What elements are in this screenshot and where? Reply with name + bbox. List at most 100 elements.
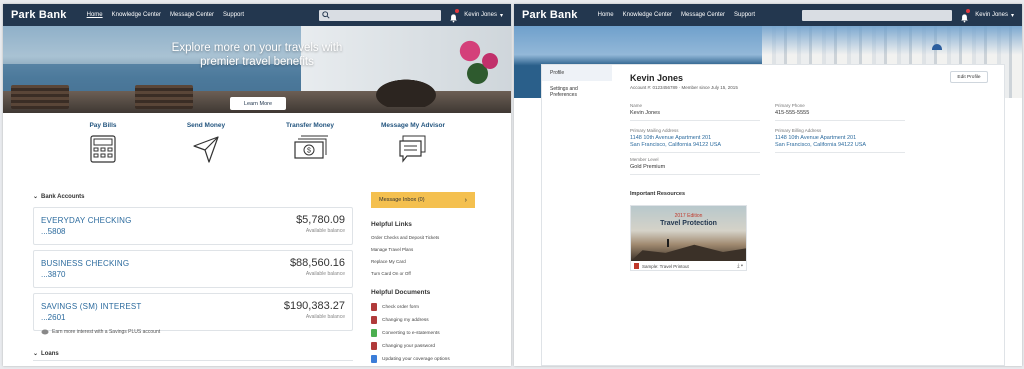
account-info: Account #: 0123456789 · Member since Jul… <box>630 85 738 90</box>
pay-bills-label: Pay Bills <box>89 122 117 129</box>
account-number: ...3870 <box>41 270 66 279</box>
savings-promo[interactable]: Earn more interest with a Savings PLUS a… <box>41 329 160 335</box>
account-card[interactable]: BUSINESS CHECKING ...3870 $88,560.16 Ava… <box>33 250 353 288</box>
helpful-link[interactable]: Turn Card On or Off <box>371 271 411 276</box>
helpful-link[interactable]: Manage Travel Plans <box>371 247 413 252</box>
profile-card: Profile Settings and Preferences Kevin J… <box>541 64 1005 366</box>
user-name: Kevin Jones <box>464 12 497 18</box>
document-label: Changing your password <box>382 343 436 349</box>
field-value[interactable]: 1148 10th Avenue Apartment 201 San Franc… <box>630 135 760 153</box>
bank-accounts-title: Bank Accounts <box>41 194 85 200</box>
search-input[interactable] <box>319 9 442 21</box>
send-money-action[interactable]: Send Money <box>161 122 251 164</box>
brand-logo[interactable]: Park Bank <box>522 9 578 21</box>
field-value: Gold Premium <box>630 164 760 175</box>
nav-link-support[interactable]: Support <box>223 12 244 18</box>
search-icon <box>322 10 330 19</box>
brand-logo[interactable]: Park Bank <box>11 9 67 21</box>
cash-stack-icon: $ <box>294 135 328 159</box>
notification-bell-icon[interactable] <box>960 9 971 23</box>
nav-link-knowledge-center[interactable]: Knowledge Center <box>623 12 672 18</box>
field-label: Primary Phone <box>775 103 805 108</box>
profile-sidenav: Profile Settings and Preferences <box>542 65 612 366</box>
chevron-down-icon: ▾ <box>499 12 503 19</box>
address-line-1: 1148 10th Avenue Apartment 201 <box>630 135 712 141</box>
field-label: Member Level <box>630 157 659 162</box>
resources-title: Important Resources <box>630 191 686 197</box>
document-link[interactable]: Changing your password <box>371 342 435 350</box>
mailing-address-field: Primary Mailing Address 1148 10th Avenue… <box>630 128 760 153</box>
dome-image <box>932 44 942 50</box>
search-input[interactable] <box>802 9 953 21</box>
nav-link-message-center[interactable]: Message Center <box>681 12 725 18</box>
helpful-documents-title: Helpful Documents <box>371 289 431 296</box>
balance-label: Available balance <box>305 228 345 234</box>
member-level-field: Member Level Gold Premium <box>630 157 760 175</box>
resource-title: Travel Protection <box>660 220 717 227</box>
profile-name: Kevin Jones <box>630 73 684 83</box>
notification-bell-icon[interactable] <box>449 9 460 23</box>
balance-label: Available balance <box>305 271 345 277</box>
download-icon[interactable]: ⤓ ▾ <box>737 263 743 269</box>
notification-badge <box>455 9 460 13</box>
transfer-money-action[interactable]: Transfer Money $ <box>265 122 355 164</box>
top-navbar: Park Bank Home Knowledge Center Message … <box>514 4 1022 26</box>
account-balance: $190,383.27 <box>283 300 345 312</box>
bank-accounts-header[interactable]: ⌄ Bank Accounts <box>33 193 84 200</box>
nav-link-home[interactable]: Home <box>598 12 614 18</box>
banner-line-2: premier travel benefits <box>200 56 314 68</box>
mountain-image <box>631 244 746 261</box>
account-card[interactable]: SAVINGS (SM) INTEREST ...2601 $190,383.2… <box>33 293 353 331</box>
loans-header[interactable]: ⌄ Loans <box>33 350 59 357</box>
account-name[interactable]: EVERYDAY CHECKING <box>41 216 132 225</box>
banner-line-1: Explore more on your travels with <box>171 42 343 54</box>
pdf-file-icon <box>371 303 377 311</box>
message-advisor-label: Message My Advisor <box>380 122 446 129</box>
user-name: Kevin Jones <box>975 12 1008 18</box>
promo-banner: Explore more on your travels with premie… <box>3 26 511 113</box>
lounge-chair-image <box>11 85 69 109</box>
resource-card[interactable]: 2017 Edition Travel Protection Sample: T… <box>630 205 747 271</box>
helpful-link[interactable]: Order Checks and Deposit Tickets <box>371 235 439 240</box>
resource-footer: Sample: Travel Printout ⤓ ▾ <box>631 261 746 271</box>
account-name[interactable]: SAVINGS (SM) INTEREST <box>41 302 142 311</box>
calculator-icon <box>90 135 116 163</box>
nav-link-message-center[interactable]: Message Center <box>170 12 214 18</box>
pdf-file-icon <box>371 316 377 324</box>
document-link[interactable]: Updating your coverage options <box>371 355 450 363</box>
resource-edition: 2017 Edition <box>674 213 703 219</box>
paper-plane-icon <box>193 136 219 163</box>
message-inbox-button[interactable]: Message Inbox (0) › <box>371 192 475 208</box>
pay-bills-action[interactable]: Pay Bills <box>58 122 148 164</box>
sidenav-item-profile[interactable]: Profile <box>542 65 612 81</box>
chevron-down-icon: ▾ <box>1010 12 1014 19</box>
document-link[interactable]: Changing my address <box>371 316 429 324</box>
user-menu[interactable]: Kevin Jones ▾ <box>464 12 503 19</box>
nav-link-knowledge-center[interactable]: Knowledge Center <box>112 12 161 18</box>
account-card[interactable]: EVERYDAY CHECKING ...5808 $5,780.09 Avai… <box>33 207 353 245</box>
pdf-file-icon <box>634 263 639 269</box>
pdf-file-icon <box>371 342 377 350</box>
nav-link-support[interactable]: Support <box>734 12 755 18</box>
edit-profile-button[interactable]: Edit Profile <box>950 71 988 83</box>
user-menu[interactable]: Kevin Jones ▾ <box>975 12 1014 19</box>
nav-link-home[interactable]: Home <box>87 12 103 18</box>
learn-more-button[interactable]: Learn More <box>230 97 286 110</box>
field-value[interactable]: 1148 10th Avenue Apartment 201 San Franc… <box>775 135 905 153</box>
document-link[interactable]: Check order form <box>371 303 419 311</box>
account-number: ...2601 <box>41 313 66 322</box>
message-inbox-label: Message Inbox (0) <box>379 197 425 203</box>
helpful-link[interactable]: Replace My Card <box>371 259 406 264</box>
sidenav-item-settings[interactable]: Settings and Preferences <box>542 81 612 103</box>
loans-title: Loans <box>41 351 59 357</box>
helpful-links-title: Helpful Links <box>371 221 412 228</box>
hiker-image <box>667 239 669 247</box>
account-name[interactable]: BUSINESS CHECKING <box>41 259 129 268</box>
nav-links: Home Knowledge Center Message Center Sup… <box>598 12 755 18</box>
document-link[interactable]: Converting to e-statements <box>371 329 440 337</box>
profile-panel: Park Bank Home Knowledge Center Message … <box>514 4 1022 366</box>
document-label: Updating your coverage options <box>382 356 450 362</box>
chevron-down-icon: ⌄ <box>33 194 39 200</box>
top-navbar: Park Bank Home Knowledge Center Message … <box>3 4 511 26</box>
message-advisor-action[interactable]: Message My Advisor <box>368 122 458 164</box>
